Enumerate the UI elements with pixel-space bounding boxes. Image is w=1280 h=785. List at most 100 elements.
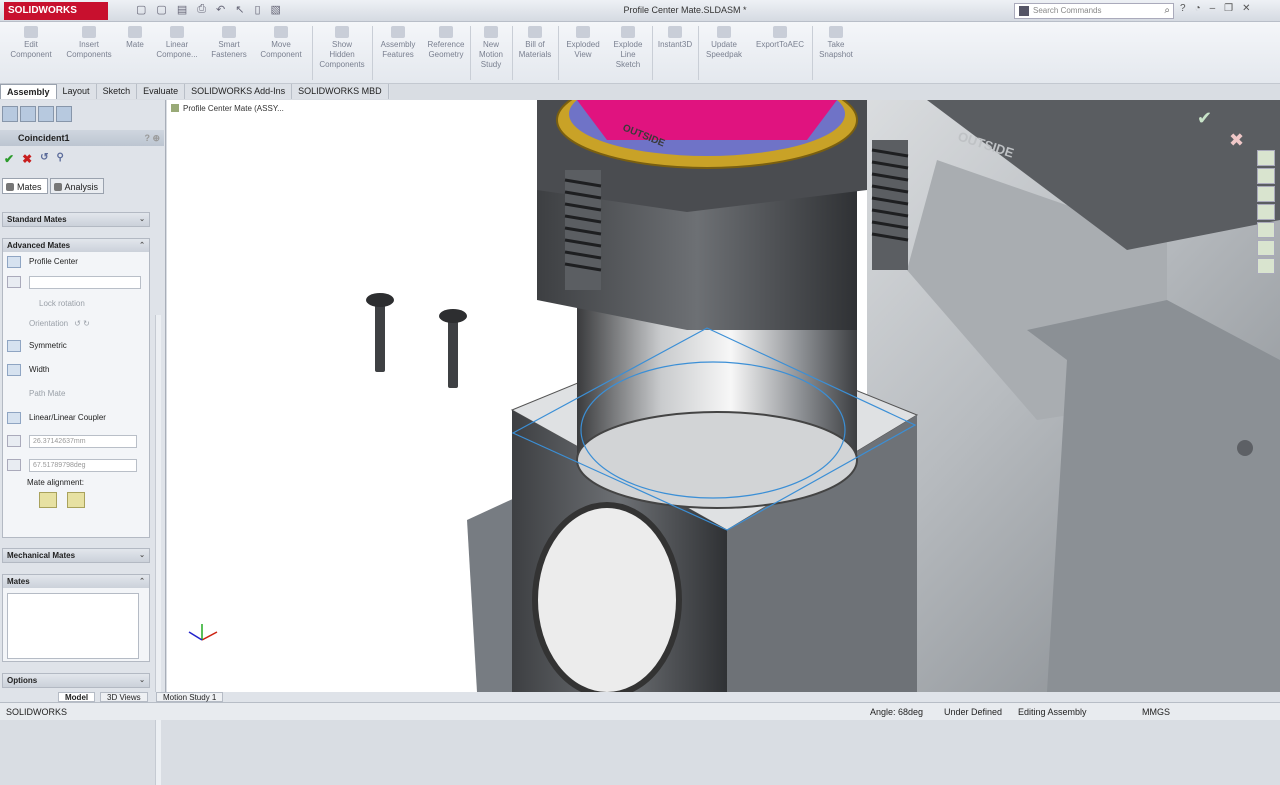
instant3d-button[interactable]: Instant3D (654, 26, 696, 50)
insert-components-button[interactable]: Insert Components (62, 26, 116, 60)
magenta-part[interactable] (577, 100, 837, 140)
file-explorer-tab-icon[interactable] (1257, 186, 1275, 202)
update-speedpak-button[interactable]: Update Speedpak (700, 26, 748, 60)
tab-motion-study-1[interactable]: Motion Study 1 (156, 692, 224, 702)
distance-field[interactable]: 26.37142637mm (29, 435, 137, 448)
smart-fasteners-button[interactable]: Smart Fasteners (206, 26, 252, 60)
tab-evaluate[interactable]: Evaluate (137, 84, 186, 99)
close-icon[interactable]: ✕ (1242, 3, 1250, 14)
view-palette-tab-icon[interactable] (1257, 204, 1275, 220)
help-pin-icon[interactable]: ? ⊕ (144, 130, 160, 146)
linear-coupler-mate-option[interactable]: Linear/Linear Coupler (3, 406, 149, 430)
tab-sketch[interactable]: Sketch (97, 84, 138, 99)
mechanical-mates-group[interactable]: Mechanical Mates ⌄ (2, 548, 150, 563)
toolbar-separator (652, 26, 653, 80)
confirm-ok-icon[interactable]: ✔ (1197, 108, 1212, 129)
angle-field[interactable]: 67.51789798deg (29, 459, 137, 472)
confirm-cancel-icon[interactable]: ✖ (1229, 130, 1244, 151)
export-to-aec-button[interactable]: ExportToAEC (750, 26, 810, 50)
open-document-icon[interactable]: ▢ (156, 3, 166, 16)
aligned-icon[interactable] (39, 492, 57, 508)
tab-analysis[interactable]: Analysis (49, 178, 105, 194)
search-commands-input[interactable]: Search Commands ⌕ (1014, 3, 1174, 19)
tab-solidworks-addins[interactable]: SOLIDWORKS Add-Ins (185, 84, 293, 99)
width-mate-option[interactable]: Width (3, 358, 149, 382)
standard-mates-group[interactable]: Standard Mates ⌄ (2, 212, 150, 227)
print-icon[interactable]: ⎙ (197, 3, 206, 16)
mates-list[interactable] (7, 593, 139, 659)
profile-center-mate-option[interactable]: Profile Center (3, 252, 149, 272)
edit-component-button[interactable]: Edit Component (6, 26, 56, 60)
right-spring[interactable] (872, 140, 908, 270)
advanced-mates-header[interactable]: Advanced Mates ⌃ (3, 239, 149, 252)
bill-of-materials-button[interactable]: Bill of Materials (514, 26, 556, 60)
tab-model[interactable]: Model (58, 692, 96, 702)
lock-rotation-checkbox[interactable]: Lock rotation (3, 294, 149, 314)
linear-pattern-button[interactable]: Linear Compone... (152, 26, 202, 60)
search-icon[interactable]: ⌕ (1164, 5, 1170, 16)
restore-icon[interactable]: ❐ (1224, 3, 1233, 14)
options-header[interactable]: Options ⌄ (3, 674, 149, 687)
exploded-view-button[interactable]: Exploded View (560, 26, 606, 60)
appearances-tab-icon[interactable] (1257, 222, 1275, 238)
standard-mates-header[interactable]: Standard Mates ⌄ (3, 213, 149, 226)
tab-3d-views[interactable]: 3D Views (100, 692, 148, 702)
assembly-features-button[interactable]: Assembly Features (374, 26, 422, 60)
mates-header[interactable]: Mates ⌃ (3, 575, 149, 588)
feature-tree-flyout[interactable]: Profile Center Mate (ASSY... (171, 104, 284, 113)
rotate-orientation-icon[interactable]: ↺ ↻ (74, 319, 90, 328)
dimxpert-tab-icon[interactable] (56, 106, 72, 122)
rebuild-icon[interactable]: ▯ (254, 3, 260, 16)
select-icon[interactable]: ↖ (235, 3, 244, 16)
cancel-button[interactable]: ✖ (22, 152, 32, 166)
expand-icon[interactable]: ⌄ (139, 549, 145, 562)
tab-layout[interactable]: Layout (57, 84, 97, 99)
move-component-icon (274, 26, 288, 38)
options-icon[interactable]: ▧ (271, 3, 281, 16)
explode-line-sketch-button[interactable]: Explode Line Sketch (606, 26, 650, 70)
pushpin-icon[interactable]: ⚲ (57, 152, 64, 166)
loose-bolt-2[interactable] (448, 316, 458, 388)
anti-aligned-icon[interactable] (67, 492, 85, 508)
tab-solidworks-mbd[interactable]: SOLIDWORKS MBD (292, 84, 389, 99)
new-document-icon[interactable]: ▢ (136, 3, 146, 16)
tab-mates[interactable]: Mates (2, 178, 48, 194)
save-icon[interactable]: ▤ (177, 3, 187, 16)
undo-icon[interactable]: ↶ (216, 3, 225, 16)
assembly-model[interactable]: OUTSIDE OUTSIDE (167, 100, 1280, 692)
forum-tab-icon[interactable] (1257, 258, 1275, 274)
solidworks-logo[interactable]: SOLIDWORKS (4, 2, 108, 20)
expand-icon[interactable]: ⌄ (139, 674, 145, 687)
search-scope-icon[interactable] (1019, 6, 1029, 16)
property-manager-tab-icon[interactable] (20, 106, 36, 122)
reference-geometry-icon (439, 26, 453, 38)
reference-geometry-button[interactable]: Reference Geometry (422, 26, 470, 60)
offset-distance-field[interactable] (29, 276, 141, 289)
move-component-button[interactable]: Move Component (254, 26, 308, 60)
options-group[interactable]: Options ⌄ (2, 673, 150, 688)
path-mate-option[interactable]: Path Mate (3, 382, 149, 406)
tab-assembly[interactable]: Assembly (0, 84, 57, 99)
user-icon[interactable]: ◔ (1195, 3, 1201, 14)
symmetric-mate-option[interactable]: Symmetric (3, 334, 149, 358)
help-icon[interactable]: ? (1180, 3, 1186, 14)
feature-tree-tab-icon[interactable] (2, 106, 18, 122)
loose-bolt-1[interactable] (375, 300, 385, 372)
custom-properties-tab-icon[interactable] (1257, 240, 1275, 256)
design-library-tab-icon[interactable] (1257, 168, 1275, 184)
graphics-viewport[interactable]: OUTSIDE OUTSIDE Profile Center Mate (ASS… (167, 100, 1280, 692)
mechanical-mates-header[interactable]: Mechanical Mates ⌄ (3, 549, 149, 562)
expand-icon[interactable]: ⌄ (139, 213, 145, 226)
mate-button[interactable]: Mate (120, 26, 150, 50)
take-snapshot-button[interactable]: Take Snapshot (814, 26, 858, 60)
status-units[interactable]: MMGS (1142, 703, 1170, 721)
show-hidden-components-button[interactable]: Show Hidden Components (314, 26, 370, 70)
collapse-icon[interactable]: ⌃ (139, 239, 145, 252)
new-motion-study-button[interactable]: New Motion Study (472, 26, 510, 70)
minimize-icon[interactable]: – (1210, 3, 1216, 14)
collapse-icon[interactable]: ⌃ (139, 575, 145, 588)
resources-tab-icon[interactable] (1257, 150, 1275, 166)
ok-button[interactable]: ✔ (4, 152, 14, 166)
configuration-manager-tab-icon[interactable] (38, 106, 54, 122)
undo-mate-icon[interactable]: ↺ (40, 152, 48, 166)
